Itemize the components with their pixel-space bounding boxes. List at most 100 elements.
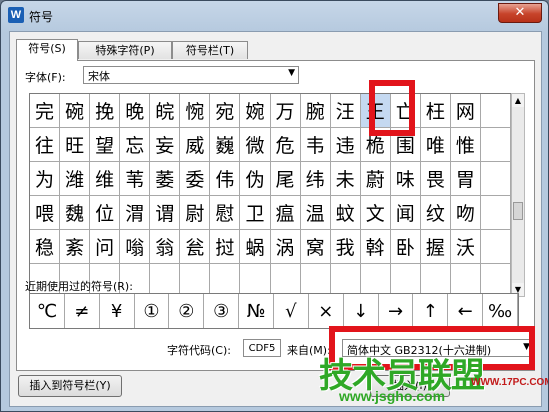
symbol-cell[interactable]: 微 [240, 128, 271, 162]
font-select[interactable]: 宋体 ▼ [83, 66, 299, 84]
symbol-cell[interactable] [480, 230, 511, 264]
symbol-cell[interactable]: 危 [270, 128, 301, 162]
tab-special-characters[interactable]: 特殊字符(P) [78, 41, 172, 59]
symbol-cell[interactable]: 瓮 [180, 230, 211, 264]
symbol-cell[interactable]: 晚 [120, 94, 151, 128]
symbol-cell[interactable]: 挽 [90, 94, 121, 128]
symbol-cell[interactable]: 萎 [150, 162, 181, 196]
symbol-cell[interactable]: 尉 [180, 196, 211, 230]
symbol-cell[interactable]: 腕 [300, 94, 331, 128]
recent-symbol-cell[interactable]: ↓ [343, 294, 379, 328]
symbol-cell[interactable]: 皖 [150, 94, 181, 128]
symbol-cell[interactable]: 紊 [60, 230, 91, 264]
symbol-cell[interactable]: 味 [390, 162, 421, 196]
symbol-cell[interactable]: 魏 [60, 196, 91, 230]
symbol-cell[interactable] [480, 162, 511, 196]
tab-symbols[interactable]: 符号(S) [16, 39, 78, 61]
recent-symbol-cell[interactable]: ③ [204, 294, 240, 328]
symbol-cell[interactable]: 潍 [60, 162, 91, 196]
symbol-cell[interactable]: 纹 [420, 196, 451, 230]
symbol-cell[interactable]: 握 [420, 230, 451, 264]
symbol-cell[interactable]: 惋 [180, 94, 211, 128]
symbol-cell[interactable]: 为 [30, 162, 61, 196]
symbol-cell[interactable]: 谓 [150, 196, 181, 230]
symbol-cell[interactable]: 纬 [300, 162, 331, 196]
symbol-cell[interactable]: 碗 [60, 94, 91, 128]
symbol-cell[interactable]: 婉 [240, 94, 271, 128]
symbol-cell[interactable]: 文 [360, 196, 391, 230]
symbol-cell[interactable]: 渭 [120, 196, 151, 230]
recent-symbol-cell[interactable]: № [239, 294, 274, 328]
symbol-cell[interactable]: 苇 [120, 162, 151, 196]
symbol-cell[interactable]: 涡 [270, 230, 301, 264]
symbol-cell[interactable]: 位 [90, 196, 121, 230]
recent-symbol-cell[interactable]: ① [134, 294, 170, 328]
symbol-cell[interactable]: 巍 [210, 128, 241, 162]
symbol-cell[interactable]: 卧 [390, 230, 421, 264]
scrollbar-thumb[interactable] [513, 202, 523, 220]
symbol-cell[interactable]: 万 [270, 94, 301, 128]
symbol-cell[interactable]: 蚊 [330, 196, 361, 230]
symbol-cell[interactable]: 未 [330, 162, 361, 196]
symbol-cell[interactable]: 违 [330, 128, 361, 162]
recent-symbol-cell[interactable]: ‰ [483, 294, 518, 328]
symbol-cell[interactable]: 翁 [150, 230, 181, 264]
symbol-cell[interactable]: 稳 [30, 230, 61, 264]
symbol-cell[interactable]: 维 [90, 162, 121, 196]
symbol-cell[interactable]: 唯 [420, 128, 451, 162]
symbol-cell[interactable]: 完 [30, 94, 61, 128]
symbol-cell[interactable]: 挝 [210, 230, 241, 264]
symbol-cell[interactable]: 尾 [270, 162, 301, 196]
symbol-cell[interactable]: 喂 [30, 196, 61, 230]
symbol-cell[interactable]: 沃 [450, 230, 481, 264]
symbol-cell[interactable]: 斡 [360, 230, 391, 264]
symbol-cell[interactable]: 委 [180, 162, 211, 196]
symbol-cell[interactable]: 我 [330, 230, 361, 264]
scroll-up-icon[interactable]: ▲ [512, 94, 524, 107]
symbol-cell[interactable]: 胃 [450, 162, 481, 196]
title-bar[interactable]: W 符号 ✕ [1, 1, 548, 31]
recent-symbol-cell[interactable]: ¥ [99, 294, 135, 328]
symbol-cell[interactable]: 蜗 [240, 230, 271, 264]
symbol-cell[interactable]: 瘟 [270, 196, 301, 230]
symbol-cell[interactable]: 望 [90, 128, 121, 162]
symbol-cell[interactable]: 伟 [210, 162, 241, 196]
symbol-cell[interactable]: 嗡 [120, 230, 151, 264]
recent-symbol-cell[interactable]: ℃ [30, 294, 65, 328]
symbol-cell[interactable]: 窝 [300, 230, 331, 264]
symbol-cell[interactable]: 伪 [240, 162, 271, 196]
symbol-cell[interactable]: 卫 [240, 196, 271, 230]
symbol-cell[interactable]: 吻 [450, 196, 481, 230]
symbol-cell[interactable]: 问 [90, 230, 121, 264]
symbol-grid-scrollbar[interactable]: ▲ ▼ [511, 93, 525, 297]
recent-symbol-cell[interactable]: × [308, 294, 344, 328]
symbol-cell[interactable]: 汪 [330, 94, 361, 128]
recent-symbol-cell[interactable]: ② [169, 294, 205, 328]
symbol-cell[interactable] [480, 128, 511, 162]
recent-symbol-cell[interactable]: ↑ [413, 294, 449, 328]
symbol-cell[interactable]: 畏 [420, 162, 451, 196]
symbol-cell[interactable]: 枉 [420, 94, 451, 128]
recent-symbol-cell[interactable]: → [378, 294, 414, 328]
symbol-cell[interactable]: 慰 [210, 196, 241, 230]
symbol-cell[interactable]: 威 [180, 128, 211, 162]
close-button[interactable]: ✕ [498, 3, 542, 23]
tab-symbol-bar[interactable]: 符号栏(T) [172, 41, 248, 59]
symbol-cell[interactable]: 韦 [300, 128, 331, 162]
char-code-input[interactable]: CDF5 [243, 339, 281, 357]
insert-to-symbol-bar-button[interactable]: 插入到符号栏(Y) [18, 375, 122, 397]
symbol-cell[interactable]: 往 [30, 128, 61, 162]
recent-symbol-cell[interactable]: ← [448, 294, 484, 328]
symbol-cell[interactable]: 忘 [120, 128, 151, 162]
symbol-cell[interactable] [480, 94, 511, 128]
symbol-cell[interactable]: 蔚 [360, 162, 391, 196]
symbol-cell[interactable]: 闻 [390, 196, 421, 230]
symbol-cell[interactable]: 妄 [150, 128, 181, 162]
symbol-cell[interactable]: 惟 [450, 128, 481, 162]
symbol-cell[interactable]: 温 [300, 196, 331, 230]
symbol-cell[interactable]: 网 [450, 94, 481, 128]
symbol-cell[interactable] [480, 196, 511, 230]
symbol-cell[interactable]: 宛 [210, 94, 241, 128]
recent-symbol-cell[interactable]: √ [274, 294, 309, 328]
symbol-cell[interactable]: 旺 [60, 128, 91, 162]
